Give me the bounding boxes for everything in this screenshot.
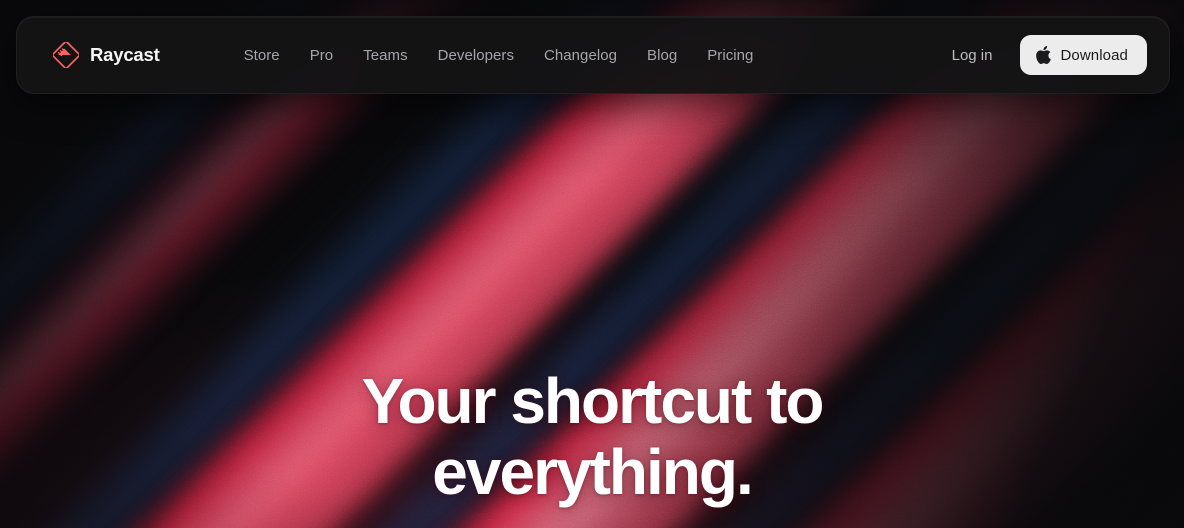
download-button-label: Download xyxy=(1060,46,1128,64)
nav-item-teams[interactable]: Teams xyxy=(363,47,407,64)
login-link[interactable]: Log in xyxy=(942,41,1003,70)
download-button[interactable]: Download xyxy=(1020,35,1147,75)
site-header: Raycast Store Pro Teams Developers Chang… xyxy=(16,16,1170,94)
nav-item-developers[interactable]: Developers xyxy=(438,47,514,64)
header-actions: Log in Download xyxy=(942,35,1147,75)
brand-name-label: Raycast xyxy=(90,44,160,65)
nav-item-changelog[interactable]: Changelog xyxy=(544,47,617,64)
nav-item-pricing[interactable]: Pricing xyxy=(707,47,753,64)
raycast-landing-page: Raycast Store Pro Teams Developers Chang… xyxy=(0,0,1184,528)
raycast-diamond-logo-icon xyxy=(51,40,81,70)
nav-item-pro[interactable]: Pro xyxy=(310,47,334,64)
primary-navigation: Store Pro Teams Developers Changelog Blo… xyxy=(244,47,754,64)
nav-item-blog[interactable]: Blog xyxy=(647,47,677,64)
brand-logo-link[interactable]: Raycast xyxy=(51,40,160,70)
apple-icon xyxy=(1036,46,1052,64)
nav-item-store[interactable]: Store xyxy=(244,47,280,64)
